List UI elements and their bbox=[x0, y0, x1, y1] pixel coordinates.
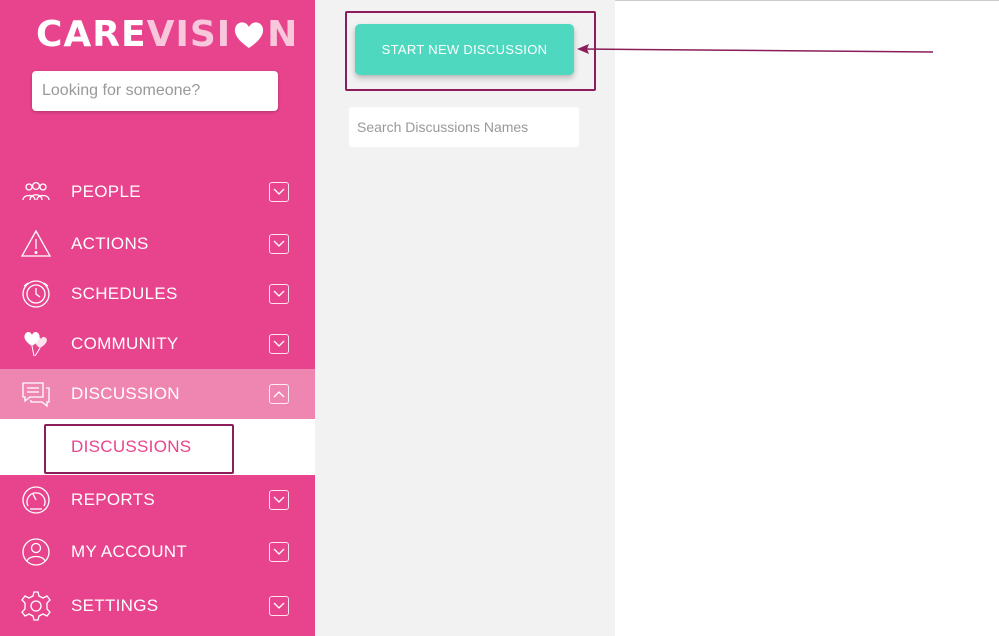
nav-label-community: COMMUNITY bbox=[71, 334, 179, 353]
nav-item-settings[interactable]: SETTINGS bbox=[0, 581, 315, 631]
search-people-input[interactable] bbox=[32, 71, 278, 111]
sidebar: CAREVISI N PEOPLE ACTIONS SCHEDULES bbox=[0, 0, 315, 636]
logo-text-tail: N bbox=[267, 14, 299, 55]
chat-icon bbox=[22, 382, 50, 408]
carevision-logo[interactable]: CARE VISI N bbox=[36, 14, 298, 55]
chevron-down-icon[interactable] bbox=[269, 542, 289, 562]
nav-label-settings: SETTINGS bbox=[71, 596, 159, 615]
nav-item-actions[interactable]: ACTIONS bbox=[0, 219, 315, 269]
app-window: CAREVISI N PEOPLE ACTIONS SCHEDULES bbox=[0, 0, 999, 636]
search-discussions-input[interactable] bbox=[349, 107, 579, 147]
nav-label-actions: ACTIONS bbox=[71, 234, 149, 253]
people-icon bbox=[22, 181, 50, 201]
annotation-arrow-icon bbox=[577, 44, 934, 54]
chevron-up-icon[interactable] bbox=[269, 384, 289, 404]
gear-icon bbox=[21, 591, 51, 621]
nav-item-my-account[interactable]: MY ACCOUNT bbox=[0, 527, 315, 577]
nav-label-people: PEOPLE bbox=[71, 182, 141, 201]
user-icon bbox=[22, 538, 50, 566]
chevron-down-icon[interactable] bbox=[269, 490, 289, 510]
nav-item-schedules[interactable]: SCHEDULES bbox=[0, 269, 315, 319]
warning-icon bbox=[20, 229, 52, 257]
clock-icon bbox=[22, 280, 50, 308]
discussion-list-panel bbox=[315, 0, 615, 636]
highlight-box-discussions bbox=[44, 424, 234, 474]
nav-label-discussion: DISCUSSION bbox=[71, 384, 180, 403]
hearts-icon bbox=[24, 331, 47, 357]
heart-icon bbox=[235, 21, 264, 48]
nav-label-my-account: MY ACCOUNT bbox=[71, 542, 188, 561]
nav-item-community[interactable]: COMMUNITY bbox=[0, 319, 315, 369]
content-area bbox=[615, 0, 999, 636]
nav-item-people[interactable]: PEOPLE bbox=[0, 167, 315, 217]
chevron-down-icon[interactable] bbox=[269, 234, 289, 254]
chevron-down-icon[interactable] bbox=[269, 284, 289, 304]
start-new-discussion-button[interactable]: START NEW DISCUSSION bbox=[355, 24, 574, 75]
chevron-down-icon[interactable] bbox=[269, 182, 289, 202]
chevron-down-icon[interactable] bbox=[269, 596, 289, 616]
logo-text-care: CARE bbox=[36, 14, 147, 55]
chevron-down-icon[interactable] bbox=[269, 334, 289, 354]
nav-item-discussion[interactable]: DISCUSSION bbox=[0, 369, 315, 419]
gauge-icon bbox=[22, 486, 50, 514]
nav-label-schedules: SCHEDULES bbox=[71, 284, 178, 303]
nav-label-reports: REPORTS bbox=[71, 490, 155, 509]
nav-item-reports[interactable]: REPORTS bbox=[0, 475, 315, 525]
logo-text-vision: VISI bbox=[146, 14, 232, 55]
